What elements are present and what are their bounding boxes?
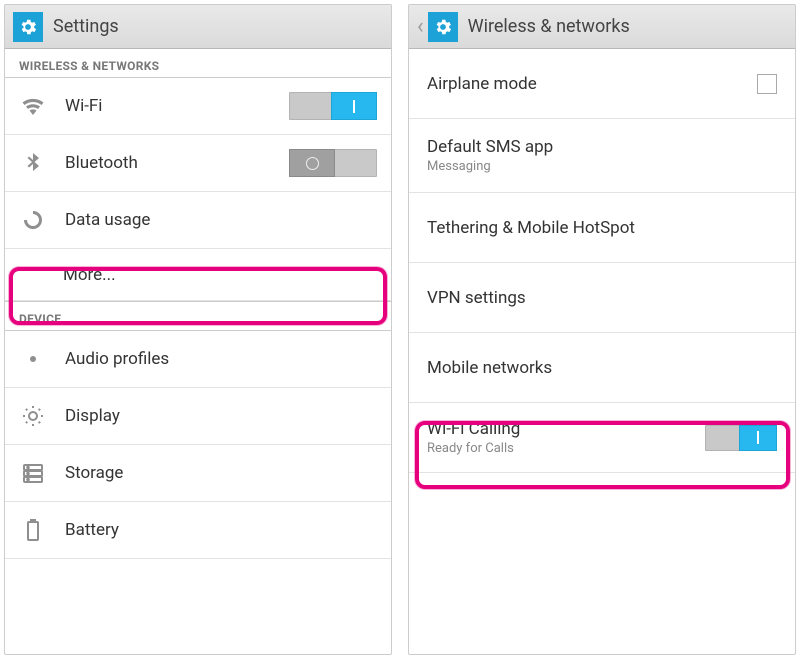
settings-icon — [13, 12, 43, 42]
storage-icon — [19, 459, 47, 487]
airplane-label: Airplane mode — [427, 74, 757, 94]
battery-icon — [19, 516, 47, 544]
settings-titlebar: Settings — [5, 5, 391, 49]
wireless-titlebar: ‹ Wireless & networks — [409, 5, 795, 49]
storage-row[interactable]: Storage — [5, 445, 391, 502]
bluetooth-toggle[interactable] — [289, 149, 377, 177]
tethering-row[interactable]: Tethering & Mobile HotSpot — [409, 193, 795, 263]
wifi-calling-title: Wi-Fi Calling — [427, 419, 705, 439]
wifi-calling-row[interactable]: Wi-Fi Calling Ready for Calls — [409, 403, 795, 473]
wireless-list: Airplane mode Default SMS app Messaging … — [409, 49, 795, 473]
mobile-networks-row[interactable]: Mobile networks — [409, 333, 795, 403]
audio-label: Audio profiles — [65, 349, 377, 369]
data-usage-label: Data usage — [65, 210, 377, 230]
default-sms-subtitle: Messaging — [427, 159, 777, 174]
more-label: More... — [63, 265, 377, 285]
airplane-checkbox[interactable] — [757, 74, 777, 94]
display-row[interactable]: Display — [5, 388, 391, 445]
bluetooth-row[interactable]: Bluetooth — [5, 135, 391, 192]
bluetooth-label: Bluetooth — [65, 153, 289, 173]
data-usage-row[interactable]: Data usage — [5, 192, 391, 249]
audio-icon — [19, 345, 47, 373]
wireless-networks-screen: ‹ Wireless & networks Airplane mode Defa… — [408, 4, 796, 655]
bluetooth-icon — [19, 149, 47, 177]
wifi-row[interactable]: Wi-Fi — [5, 78, 391, 135]
vpn-label: VPN settings — [427, 288, 777, 308]
settings-title: Settings — [53, 16, 119, 37]
data-usage-icon — [19, 206, 47, 234]
back-chevron-icon[interactable]: ‹ — [417, 14, 424, 39]
settings-icon — [428, 12, 458, 42]
settings-list: Wi-Fi Bluetooth Data usage More... DEVIC… — [5, 78, 391, 559]
wifi-label: Wi-Fi — [65, 96, 289, 116]
section-wireless-header: WIRELESS & NETWORKS — [5, 49, 391, 78]
wifi-calling-subtitle: Ready for Calls — [427, 441, 705, 456]
default-sms-title: Default SMS app — [427, 137, 777, 157]
more-row[interactable]: More... — [5, 249, 391, 301]
battery-label: Battery — [65, 520, 377, 540]
display-label: Display — [65, 406, 377, 426]
display-icon — [19, 402, 47, 430]
wireless-title: Wireless & networks — [468, 16, 630, 37]
storage-label: Storage — [65, 463, 377, 483]
settings-screen: Settings WIRELESS & NETWORKS Wi-Fi Bluet… — [4, 4, 392, 655]
vpn-row[interactable]: VPN settings — [409, 263, 795, 333]
audio-row[interactable]: Audio profiles — [5, 331, 391, 388]
airplane-row[interactable]: Airplane mode — [409, 49, 795, 119]
wifi-calling-toggle[interactable] — [705, 425, 777, 451]
tethering-label: Tethering & Mobile HotSpot — [427, 218, 777, 238]
wifi-icon — [19, 92, 47, 120]
wifi-toggle[interactable] — [289, 92, 377, 120]
battery-row[interactable]: Battery — [5, 502, 391, 559]
default-sms-row[interactable]: Default SMS app Messaging — [409, 119, 795, 193]
section-device-header: DEVICE — [5, 301, 391, 331]
mobile-networks-label: Mobile networks — [427, 358, 777, 378]
